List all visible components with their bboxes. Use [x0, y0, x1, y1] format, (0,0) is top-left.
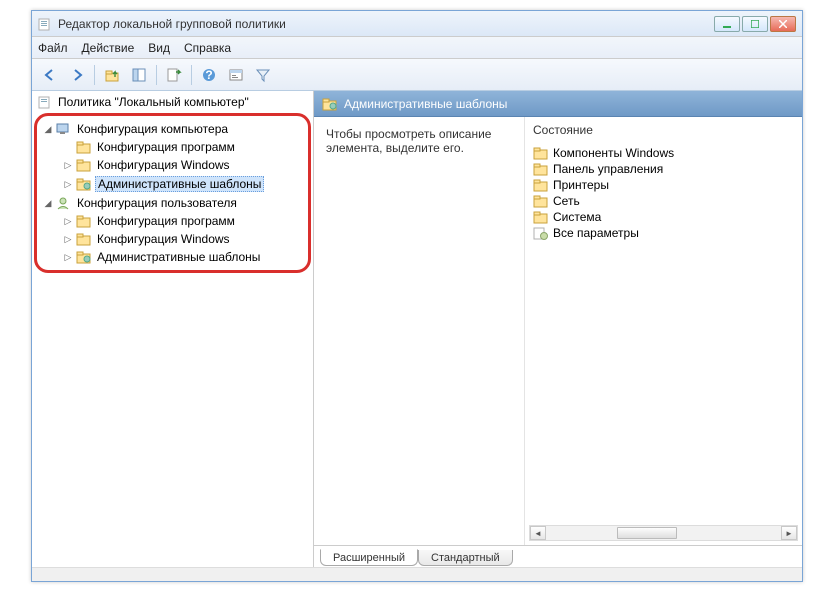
- folder-icon: [533, 194, 549, 208]
- policy-icon: [38, 95, 52, 109]
- app-window: Редактор локальной групповой политики Фа…: [31, 10, 803, 582]
- node-label: Административные шаблоны: [95, 176, 264, 192]
- list-item[interactable]: Все параметры: [533, 225, 794, 241]
- forward-button[interactable]: [65, 63, 89, 87]
- tabs-row: Расширенный Стандартный: [314, 545, 802, 567]
- toolbar-separator: [94, 65, 95, 85]
- tree-user-admin-templates[interactable]: ▷ Административные шаблоны: [39, 248, 306, 266]
- admin-templates-icon: [76, 250, 92, 264]
- item-label: Сеть: [553, 194, 580, 208]
- folder-icon: [533, 146, 549, 160]
- menu-view[interactable]: Вид: [148, 41, 170, 55]
- node-label: Административные шаблоны: [95, 250, 262, 264]
- right-panel: Административные шаблоны Чтобы просмотре…: [314, 91, 802, 567]
- node-label: Конфигурация Windows: [95, 232, 232, 246]
- tree-panel: Политика "Локальный компьютер" ◢ Конфигу…: [32, 91, 314, 567]
- all-settings-icon: [533, 226, 549, 240]
- highlighted-tree-section: ◢ Конфигурация компьютера Конфигурация п…: [34, 113, 311, 273]
- list-item[interactable]: Панель управления: [533, 161, 794, 177]
- item-label: Панель управления: [553, 162, 663, 176]
- expand-icon[interactable]: ▷: [63, 160, 73, 171]
- folder-icon: [76, 214, 92, 228]
- tree-root[interactable]: Политика "Локальный компьютер": [34, 93, 311, 111]
- list-item[interactable]: Компоненты Windows: [533, 145, 794, 161]
- titlebar: Редактор локальной групповой политики: [32, 11, 802, 37]
- horizontal-scrollbar[interactable]: ◄ ►: [529, 525, 798, 541]
- item-label: Система: [553, 210, 601, 224]
- app-icon: [38, 17, 52, 31]
- tree-root-label: Политика "Локальный компьютер": [56, 95, 251, 109]
- folder-icon: [533, 162, 549, 176]
- expand-icon[interactable]: ▷: [63, 252, 73, 263]
- tree-comp-admin-templates[interactable]: ▷ Административные шаблоны: [39, 174, 306, 194]
- menu-help[interactable]: Справка: [184, 41, 231, 55]
- scroll-track[interactable]: [546, 526, 781, 540]
- show-hide-tree-button[interactable]: [127, 63, 151, 87]
- right-header-title: Административные шаблоны: [344, 97, 507, 111]
- collapse-icon[interactable]: ◢: [43, 124, 53, 135]
- folder-icon: [533, 210, 549, 224]
- window-title: Редактор локальной групповой политики: [58, 17, 714, 31]
- tree-comp-programs[interactable]: Конфигурация программ: [39, 138, 306, 156]
- list-item[interactable]: Система: [533, 209, 794, 225]
- item-label: Все параметры: [553, 226, 639, 240]
- menubar: Файл Действие Вид Справка: [32, 37, 802, 59]
- item-label: Компоненты Windows: [553, 146, 674, 160]
- tab-standard[interactable]: Стандартный: [418, 550, 513, 566]
- menu-action[interactable]: Действие: [82, 41, 135, 55]
- toolbar-separator: [191, 65, 192, 85]
- tab-extended[interactable]: Расширенный: [320, 549, 418, 566]
- description-text: Чтобы просмотреть описание элемента, выд…: [326, 127, 512, 155]
- folder-icon: [76, 232, 92, 246]
- node-label: Конфигурация Windows: [95, 158, 232, 172]
- collapse-icon[interactable]: ◢: [43, 198, 53, 209]
- svg-text:?: ?: [205, 68, 212, 82]
- tree-user-config[interactable]: ◢ Конфигурация пользователя: [39, 194, 306, 212]
- scroll-right-button[interactable]: ►: [781, 526, 797, 540]
- status-bar: [32, 567, 802, 581]
- tree-comp-windows[interactable]: ▷ Конфигурация Windows: [39, 156, 306, 174]
- close-button[interactable]: [770, 16, 796, 32]
- filter-button[interactable]: [251, 63, 275, 87]
- node-label: Конфигурация программ: [95, 140, 237, 154]
- admin-templates-icon: [76, 177, 92, 191]
- tree-computer-config[interactable]: ◢ Конфигурация компьютера: [39, 120, 306, 138]
- scroll-left-button[interactable]: ◄: [530, 526, 546, 540]
- list-item[interactable]: Принтеры: [533, 177, 794, 193]
- tree-user-programs[interactable]: ▷ Конфигурация программ: [39, 212, 306, 230]
- expand-icon[interactable]: ▷: [63, 179, 73, 190]
- export-button[interactable]: [162, 63, 186, 87]
- description-column: Чтобы просмотреть описание элемента, выд…: [314, 117, 524, 545]
- item-label: Принтеры: [553, 178, 609, 192]
- toolbar: ?: [32, 59, 802, 91]
- back-button[interactable]: [38, 63, 62, 87]
- list-column: Состояние Компоненты Windows Панель упра…: [524, 117, 802, 545]
- scroll-thumb[interactable]: [617, 527, 677, 539]
- maximize-button[interactable]: [742, 16, 768, 32]
- node-label: Конфигурация пользователя: [75, 196, 239, 210]
- admin-templates-icon: [322, 97, 338, 111]
- right-header: Административные шаблоны: [314, 91, 802, 117]
- list-item[interactable]: Сеть: [533, 193, 794, 209]
- toolbar-separator: [156, 65, 157, 85]
- column-header-state[interactable]: Состояние: [533, 123, 794, 137]
- properties-button[interactable]: [224, 63, 248, 87]
- computer-icon: [56, 122, 72, 136]
- content-area: Политика "Локальный компьютер" ◢ Конфигу…: [32, 91, 802, 567]
- expand-icon[interactable]: ▷: [63, 234, 73, 245]
- node-label: Конфигурация компьютера: [75, 122, 230, 136]
- window-controls: [714, 16, 796, 32]
- expand-icon[interactable]: ▷: [63, 216, 73, 227]
- menu-file[interactable]: Файл: [38, 41, 68, 55]
- up-button[interactable]: [100, 63, 124, 87]
- tree-user-windows[interactable]: ▷ Конфигурация Windows: [39, 230, 306, 248]
- folder-icon: [533, 178, 549, 192]
- user-icon: [56, 196, 72, 210]
- help-button[interactable]: ?: [197, 63, 221, 87]
- minimize-button[interactable]: [714, 16, 740, 32]
- folder-icon: [76, 140, 92, 154]
- node-label: Конфигурация программ: [95, 214, 237, 228]
- right-body: Чтобы просмотреть описание элемента, выд…: [314, 117, 802, 545]
- folder-icon: [76, 158, 92, 172]
